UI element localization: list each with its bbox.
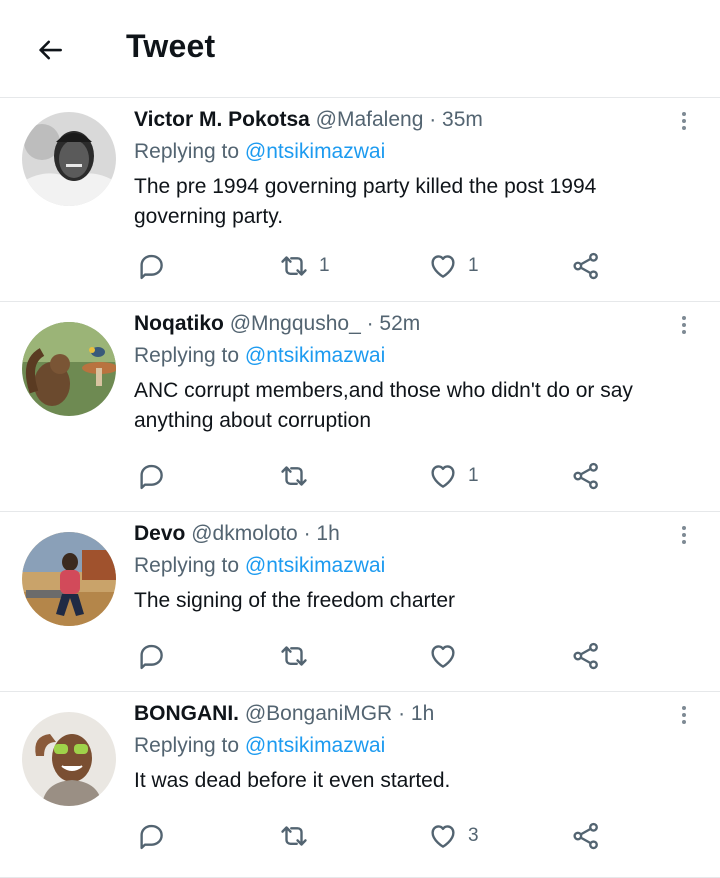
author-name[interactable]: Noqatiko [134,312,224,335]
like-button[interactable] [428,640,468,672]
retweet-icon [279,821,309,851]
heart-icon [428,251,458,281]
share-icon [571,641,601,671]
share-icon [571,251,601,281]
reply-button[interactable] [136,460,166,492]
share-icon [571,821,601,851]
tweet-actions: 3 [134,820,694,852]
more-vertical-icon [682,706,686,710]
heart-icon [428,461,458,491]
author-handle[interactable]: @BonganiMGR [245,702,392,725]
replying-to-handle[interactable]: @ntsikimazwai [245,554,385,577]
more-options-button[interactable] [678,704,690,728]
like-button[interactable]: 3 [428,820,479,852]
reply-bubble-icon [136,461,166,491]
retweet-button[interactable] [279,460,319,492]
like-button[interactable]: 1 [428,250,479,282]
retweet-icon [279,251,309,281]
avatar[interactable] [22,532,116,626]
tweet-actions: 1 [134,460,694,492]
tweet-actions: 1 1 [134,250,694,282]
retweet-button[interactable]: 1 [279,250,330,282]
avatar[interactable] [22,322,116,416]
tweet-reply[interactable]: Devo @dkmoloto · 1h Replying to @ntsikim… [0,512,720,692]
tweet-time: · 1h [398,702,435,725]
retweet-icon [279,461,309,491]
author-handle[interactable]: @Mafaleng [316,108,424,131]
more-vertical-icon [682,316,686,320]
share-button[interactable] [571,640,601,672]
share-button[interactable] [571,250,601,282]
reply-button[interactable] [136,250,166,282]
tweet-header: Victor M. Pokotsa @Mafaleng · 35m [134,108,483,132]
more-options-button[interactable] [678,524,690,548]
retweet-button[interactable] [279,640,319,672]
tweet-time: · 1h [303,522,340,545]
replying-to-handle[interactable]: @ntsikimazwai [245,344,385,367]
replying-to: Replying to @ntsikimazwai [134,344,385,368]
author-name[interactable]: Victor M. Pokotsa [134,108,310,131]
author-name[interactable]: BONGANI. [134,702,239,725]
tweet-reply[interactable]: Noqatiko @Mngqusho_ · 52m Replying to @n… [0,302,720,512]
more-options-button[interactable] [678,314,690,338]
share-icon [571,461,601,491]
heart-icon [428,641,458,671]
reply-bubble-icon [136,251,166,281]
share-button[interactable] [571,820,601,852]
top-bar: Tweet [0,0,720,98]
arrow-left-icon [39,40,62,60]
retweet-icon [279,641,309,671]
tweet-text: It was dead before it even started. [134,769,451,792]
avatar[interactable] [22,112,116,206]
tweet-reply[interactable]: Victor M. Pokotsa @Mafaleng · 35m Replyi… [0,98,720,302]
replying-to-label: Replying to [134,344,240,367]
tweet-text: The pre 1994 governing party killed the … [134,175,597,228]
more-options-button[interactable] [678,110,690,134]
replying-to: Replying to @ntsikimazwai [134,140,385,164]
replying-to: Replying to @ntsikimazwai [134,554,385,578]
tweet-text: ANC corrupt members,and those who didn't… [134,379,633,432]
back-button[interactable] [30,30,70,70]
like-count: 3 [468,825,479,846]
tweet-actions [134,640,694,672]
author-handle[interactable]: @dkmoloto [191,522,298,545]
replying-to-handle[interactable]: @ntsikimazwai [245,140,385,163]
tweet-time: · 52m [366,312,421,335]
author-name[interactable]: Devo [134,522,185,545]
avatar[interactable] [22,712,116,806]
more-vertical-icon [682,526,686,530]
tweet-header: Devo @dkmoloto · 1h [134,522,340,546]
reply-bubble-icon [136,821,166,851]
like-count: 1 [468,255,479,276]
reply-button[interactable] [136,640,166,672]
replying-to: Replying to @ntsikimazwai [134,734,385,758]
retweet-count: 1 [319,255,330,276]
replying-to-label: Replying to [134,554,240,577]
retweet-button[interactable] [279,820,319,852]
share-button[interactable] [571,460,601,492]
like-button[interactable]: 1 [428,460,479,492]
replying-to-label: Replying to [134,734,240,757]
tweet-reply[interactable]: BONGANI. @BonganiMGR · 1h Replying to @n… [0,692,720,878]
like-count: 1 [468,465,479,486]
replying-to-handle[interactable]: @ntsikimazwai [245,734,385,757]
tweet-header: Noqatiko @Mngqusho_ · 52m [134,312,420,336]
tweet-time: · 35m [429,108,483,131]
reply-button[interactable] [136,820,166,852]
reply-bubble-icon [136,641,166,671]
more-vertical-icon [682,112,686,116]
tweet-text: The signing of the freedom charter [134,589,456,612]
page-title: Tweet [126,28,216,64]
heart-icon [428,821,458,851]
replying-to-label: Replying to [134,140,240,163]
tweet-header: BONGANI. @BonganiMGR · 1h [134,702,434,726]
author-handle[interactable]: @Mngqusho_ [230,312,361,335]
